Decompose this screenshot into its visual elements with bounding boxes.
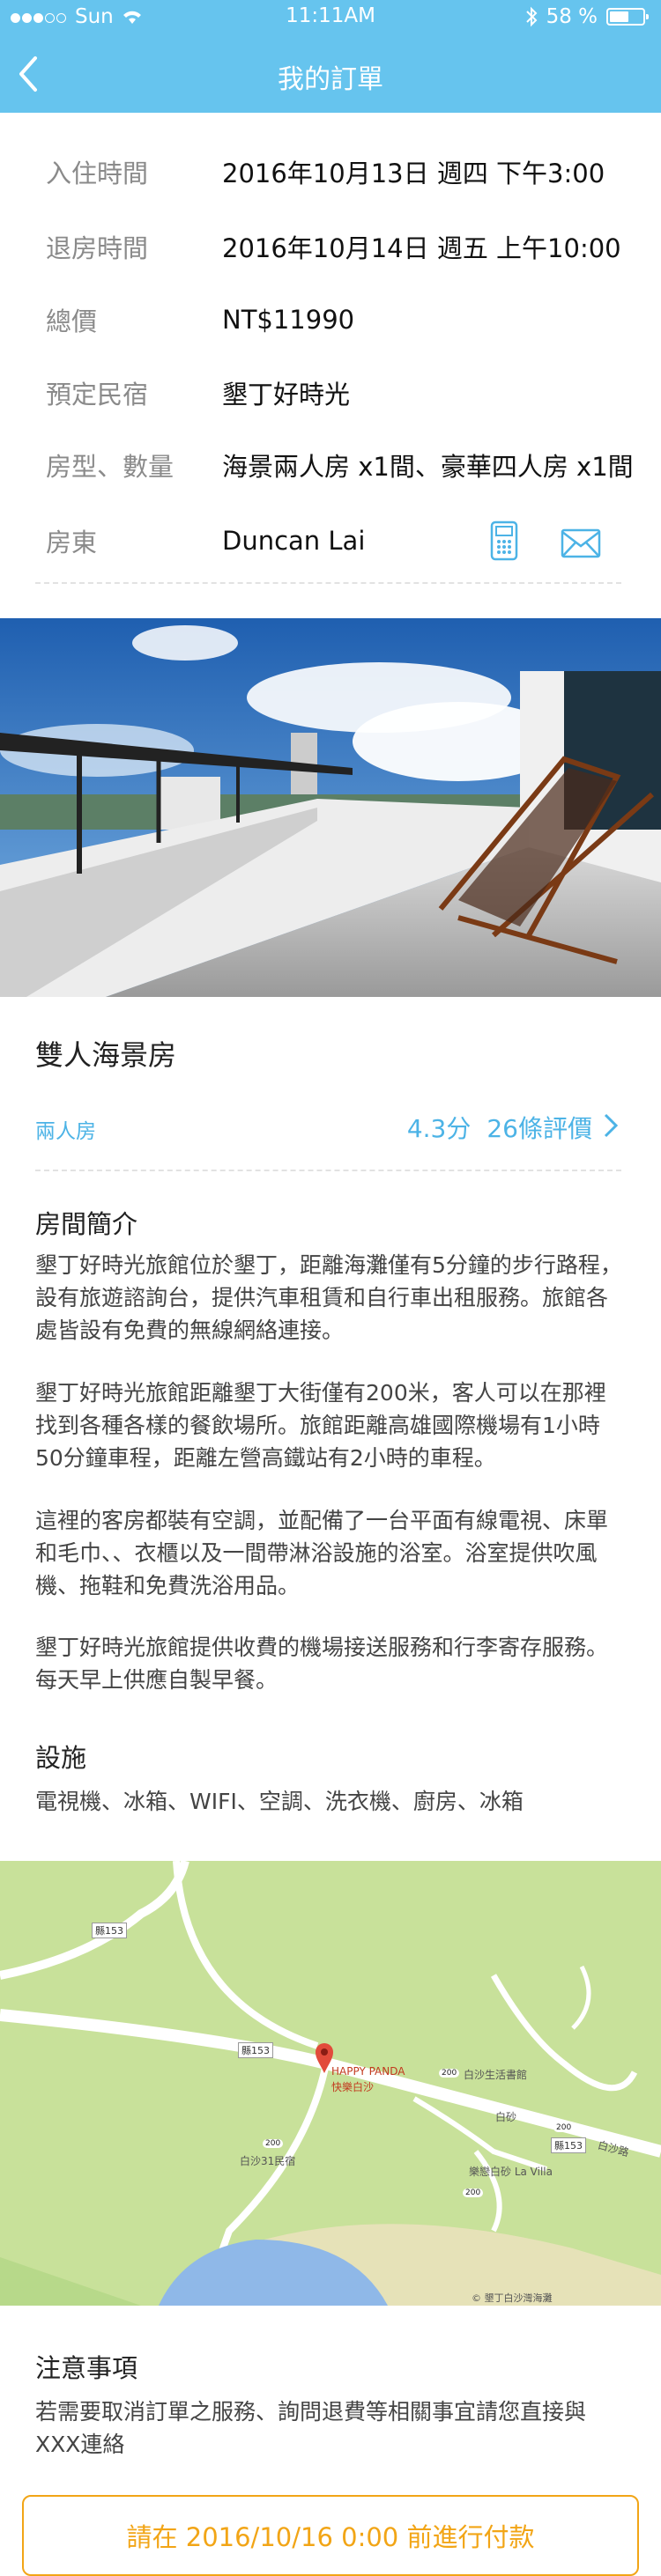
pay-button[interactable]: 請在 2016/10/16 0:00 前進行付款	[22, 2495, 639, 2576]
check-out-value: 2016年10月14日 週五 上午10:00	[222, 233, 621, 263]
intro-paragraph: 墾丁好時光旅館提供收費的機場接送服務和行李寄存服務。每天早上供應自製早餐。	[35, 1635, 609, 1693]
map-label: 200	[553, 2123, 575, 2132]
map-poi-label: HAPPY PANDA	[331, 2065, 405, 2078]
room-reviews: 26條評價	[486, 1114, 592, 1143]
map-poi-label: 白沙生活書館	[464, 2069, 528, 2081]
mail-icon[interactable]	[561, 528, 601, 558]
intro-paragraph: 墾丁好時光旅館位於墾丁，距離海灘僅有5分鐘的步行路程，設有旅遊諮詢台，提供汽車租…	[35, 1252, 622, 1343]
map-copyright: © 墾丁白沙灣海灘	[472, 2292, 553, 2304]
total-value: NT$11990	[222, 305, 355, 335]
check-out-row: 退房時間 2016年10月14日 週五 上午10:00	[46, 225, 626, 269]
rooms-value: 海景兩人房 x1間、豪華四人房 x1間	[222, 452, 634, 482]
rooms-label: 房型、數量	[46, 452, 175, 482]
total-label: 總價	[46, 306, 98, 336]
map-label: 縣153	[238, 2042, 273, 2058]
nav-bar: 我的訂單	[0, 35, 661, 113]
bluetooth-icon	[525, 6, 537, 27]
divider	[35, 1170, 621, 1171]
room-name: 雙人海景房	[35, 1038, 177, 1072]
status-bar: Sun 11:11AM 58 %	[0, 0, 661, 35]
phone-icon[interactable]	[489, 520, 519, 562]
notice-text: 若需要取消訂單之服務、詢問退費等相關事宜請您直接與XXX連絡	[35, 2399, 587, 2457]
battery-percent: 58 %	[546, 5, 598, 28]
map-poi-label: 樂戀白砂 La Villa	[469, 2166, 553, 2178]
bnb-value: 墾丁好時光	[222, 380, 351, 410]
map-poi-label: 快樂白沙	[331, 2081, 375, 2093]
battery-icon	[606, 8, 649, 26]
intro-paragraph: 墾丁好時光旅館距離墾丁大街僅有200米，客人可以在那裡找到各種各樣的餐飲場所。旅…	[35, 1380, 606, 1471]
host-label: 房東	[46, 528, 98, 557]
intro-title: 房間簡介	[35, 1209, 138, 1239]
bnb-row: 預定民宿 墾丁好時光	[46, 371, 626, 415]
check-out-label: 退房時間	[46, 233, 149, 263]
check-in-label: 入住時間	[46, 159, 149, 188]
map-poi-label: 白沙31民宿	[240, 2155, 296, 2167]
intro-paragraph: 這裡的客房都裝有空調，並配備了一台平面有線電視、床單和毛巾、、衣櫃以及一間帶淋浴…	[35, 1508, 609, 1598]
facilities-title: 設施	[35, 1743, 87, 1773]
page-title: 我的訂單	[278, 64, 383, 95]
total-row: 總價 NT$11990	[46, 298, 626, 342]
bnb-label: 預定民宿	[46, 380, 149, 410]
map-label: 縣153	[92, 1923, 127, 1938]
map-label: 縣153	[551, 2137, 586, 2153]
room-rating: 4.3分	[406, 1114, 472, 1143]
map-label: 200	[463, 2188, 484, 2197]
facilities-list: 電視機、冰箱、WIFI、空調、洗衣機、廚房、冰箱	[35, 1789, 524, 1814]
rating-link[interactable]: 4.3分 26條評價	[407, 1110, 592, 1145]
room-photo	[0, 618, 661, 997]
map-label: 200	[439, 2069, 460, 2078]
check-in-row: 入住時間 2016年10月13日 週四 下午3:00	[46, 150, 626, 194]
host-row: 房東 Duncan Lai	[46, 519, 626, 563]
room-capacity: 兩人房	[35, 1120, 96, 1143]
host-value: Duncan Lai	[222, 526, 366, 556]
chevron-right-icon[interactable]	[602, 1112, 620, 1139]
rooms-row: 房型、數量 海景兩人房 x1間、豪華四人房 x1間	[46, 443, 643, 487]
map-label: 200	[263, 2139, 284, 2148]
notice-title: 注意事項	[35, 2353, 138, 2383]
map-poi-label: 白砂	[495, 2111, 517, 2123]
location-map[interactable]: 縣153 縣153 縣153 HAPPY PANDA 快樂白沙 200 白沙生活…	[0, 1861, 661, 2306]
check-in-value: 2016年10月13日 週四 下午3:00	[222, 159, 605, 188]
divider	[35, 582, 621, 584]
